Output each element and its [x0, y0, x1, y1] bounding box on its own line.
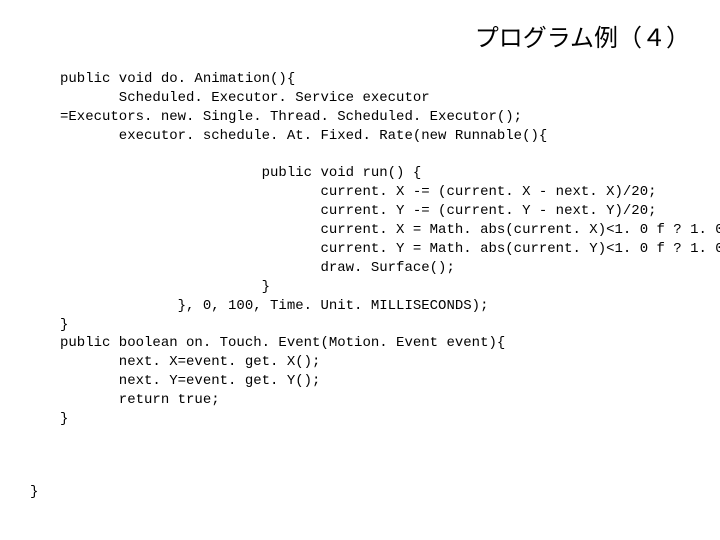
code-line: current. X -= (current. X - next. X)/20;	[60, 184, 657, 200]
code-line: next. X=event. get. X();	[60, 354, 320, 370]
code-line: draw. Surface();	[60, 260, 455, 276]
code-line: return true;	[60, 392, 220, 408]
code-line: public void do. Animation(){	[60, 71, 295, 87]
code-line: public boolean on. Touch. Event(Motion. …	[60, 335, 505, 351]
slide-title: プログラム例（４）	[475, 18, 690, 53]
code-line: current. Y = Math. abs(current. Y)<1. 0 …	[60, 241, 720, 257]
code-line: }, 0, 100, Time. Unit. MILLISECONDS);	[60, 298, 488, 314]
slide: プログラム例（４） public void do. Animation(){ S…	[0, 0, 720, 540]
code-line: current. X = Math. abs(current. X)<1. 0 …	[60, 222, 720, 238]
code-line: }	[60, 411, 68, 427]
code-line: executor. schedule. At. Fixed. Rate(new …	[60, 128, 547, 144]
code-line: public void run() {	[60, 165, 421, 181]
code-line: current. Y -= (current. Y - next. Y)/20;	[60, 203, 657, 219]
code-line: Scheduled. Executor. Service executor	[60, 90, 430, 106]
code-line: }	[60, 317, 68, 333]
closing-brace: }	[30, 484, 38, 500]
code-block: public void do. Animation(){ Scheduled. …	[60, 70, 720, 429]
code-line: =Executors. new. Single. Thread. Schedul…	[60, 109, 522, 125]
code-line: next. Y=event. get. Y();	[60, 373, 320, 389]
code-line: }	[60, 279, 270, 295]
